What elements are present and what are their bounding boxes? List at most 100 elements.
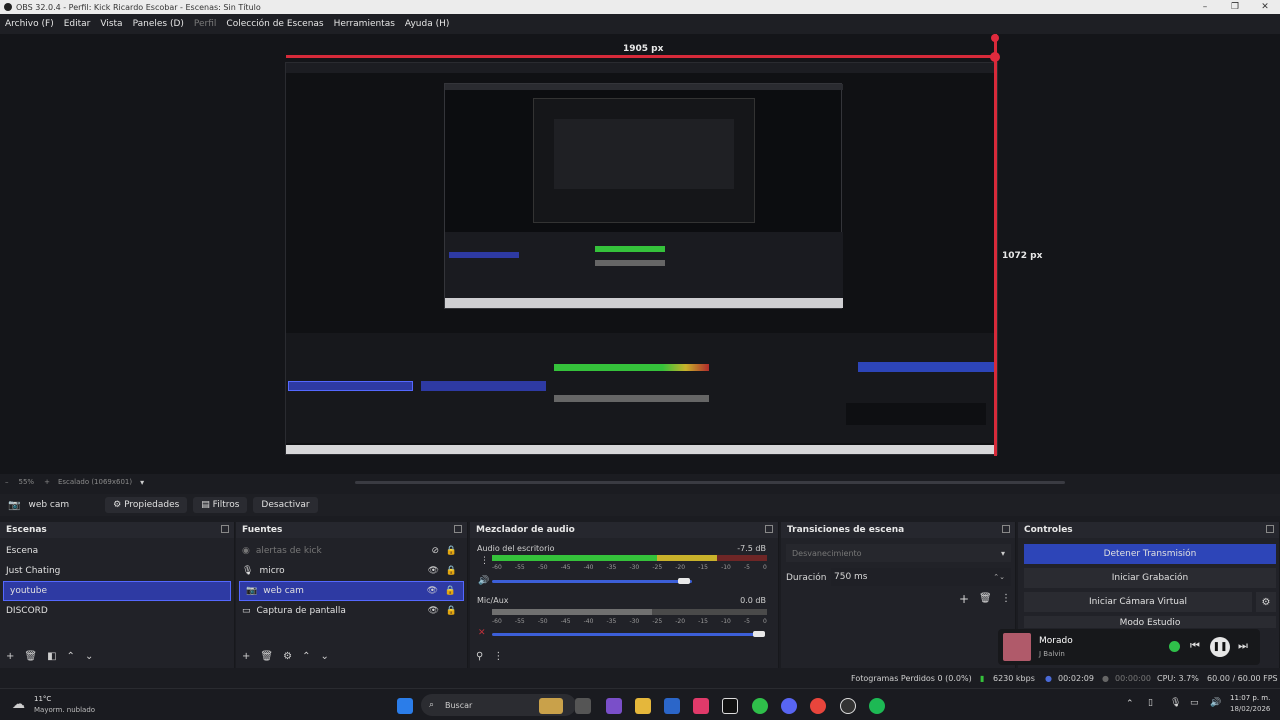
widgets-icon[interactable] — [606, 698, 622, 714]
virtual-camera-button[interactable]: Iniciar Cámara Virtual — [1024, 592, 1252, 612]
discord-icon[interactable] — [781, 698, 797, 714]
maximize-icon[interactable]: ❐ — [1220, 0, 1250, 14]
undock-icon[interactable] — [221, 525, 229, 533]
volume-knob[interactable] — [678, 578, 690, 584]
lock-icon[interactable]: 🔒 — [446, 546, 457, 556]
up-icon[interactable]: ⌃ — [302, 651, 310, 662]
guide-handle[interactable] — [990, 52, 1000, 62]
scene-item[interactable]: DISCORD — [0, 601, 234, 621]
filter-icon[interactable]: ◧ — [47, 651, 56, 662]
zoom-plus-icon[interactable]: + — [44, 478, 50, 486]
trash-icon[interactable]: 🗑 — [24, 651, 37, 662]
mixer-header: Mezclador de audio — [470, 522, 778, 538]
spinner-icon[interactable]: ⌃⌄ — [993, 573, 1005, 581]
search-highlight-icon[interactable] — [539, 698, 563, 714]
undock-icon[interactable] — [1002, 525, 1010, 533]
chevron-down-icon[interactable]: ▾ — [140, 478, 144, 487]
up-icon[interactable]: ⌃ — [67, 651, 75, 662]
stop-stream-button[interactable]: Detener Transmisión — [1024, 544, 1276, 564]
network-icon[interactable]: ▭ — [1190, 698, 1199, 708]
down-icon[interactable]: ⌄ — [85, 651, 93, 662]
tiktok-studio-icon[interactable] — [693, 698, 709, 714]
guide-handle-top[interactable] — [991, 34, 999, 42]
scaling-label[interactable]: Escalado (1069x601) — [58, 478, 132, 486]
phone-icon[interactable]: ▯ — [1148, 698, 1153, 708]
file-explorer-icon[interactable] — [635, 698, 651, 714]
eye-icon[interactable]: 👁 — [427, 586, 438, 596]
undock-icon[interactable] — [765, 525, 773, 533]
program-preview[interactable] — [285, 62, 998, 455]
volume-knob[interactable] — [753, 631, 765, 637]
menu-ayuda[interactable]: Ayuda (H) — [405, 19, 449, 29]
lock-icon[interactable]: 🔒 — [445, 586, 456, 596]
menu-archivo[interactable]: Archivo (F) — [5, 19, 54, 29]
menu-editar[interactable]: Editar — [64, 19, 91, 29]
source-item[interactable]: ◉ alertas de kick ⊘ 🔒 — [236, 541, 467, 561]
speaker-icon[interactable]: 🔊 — [478, 576, 489, 586]
kebab-menu-icon[interactable]: ⋮ — [1001, 593, 1011, 604]
kebab-menu-icon[interactable]: ⋮ — [493, 651, 503, 662]
link-icon[interactable]: ⚲ — [476, 651, 483, 662]
menu-paneles[interactable]: Paneles (D) — [133, 19, 184, 29]
next-icon[interactable]: ⏭ — [1238, 639, 1248, 653]
lock-icon[interactable]: 🔒 — [446, 606, 457, 616]
volume-slider[interactable] — [492, 633, 762, 636]
muted-speaker-icon[interactable]: ✕ — [478, 628, 486, 638]
store-icon[interactable] — [664, 698, 680, 714]
trash-icon[interactable]: 🗑 — [260, 651, 273, 662]
task-view-icon[interactable] — [575, 698, 591, 714]
whatsapp-icon[interactable] — [752, 698, 768, 714]
filters-button[interactable]: ▤ Filtros — [193, 497, 248, 513]
add-icon[interactable]: + — [6, 651, 14, 662]
menu-vista[interactable]: Vista — [100, 19, 122, 29]
tiktok-icon[interactable] — [722, 698, 738, 714]
eye-hidden-icon[interactable]: ⊘ — [431, 546, 439, 556]
source-item[interactable]: 🎙 micro 👁 🔒 — [236, 561, 467, 581]
weather-icon[interactable]: ☁ — [12, 697, 25, 712]
volume-tray-icon[interactable]: 🔊 — [1210, 698, 1221, 708]
lock-icon[interactable]: 🔒 — [446, 566, 457, 576]
tray-chevron-icon[interactable]: ⌃ — [1126, 699, 1134, 709]
properties-button[interactable]: ⚙ Propiedades — [105, 497, 188, 513]
previous-icon[interactable]: ⏮ — [1190, 639, 1200, 653]
preview-scrollbar[interactable] — [355, 481, 1065, 484]
add-icon[interactable]: + — [959, 592, 969, 606]
mic-tray-icon[interactable]: 🎙 — [1170, 698, 1181, 708]
undock-icon[interactable] — [454, 525, 462, 533]
scene-item[interactable]: Just Chating — [0, 561, 234, 581]
spotify-icon[interactable] — [869, 698, 885, 714]
transition-select[interactable]: Desvanecimiento ▾ — [786, 544, 1011, 562]
gear-icon[interactable]: ⚙ — [1256, 592, 1276, 612]
source-item[interactable]: ▭ Captura de pantalla 👁 🔒 — [236, 601, 467, 621]
duration-input[interactable]: 750 ms ⌃⌄ — [831, 568, 1011, 586]
add-icon[interactable]: + — [242, 651, 250, 662]
eye-icon[interactable]: 👁 — [428, 566, 439, 576]
clock-time[interactable]: 11:07 p. m. — [1230, 694, 1270, 702]
menu-perfil[interactable]: Perfil — [194, 19, 217, 29]
eye-icon[interactable]: 👁 — [428, 606, 439, 616]
undock-icon[interactable] — [1266, 525, 1274, 533]
deactivate-button[interactable]: Desactivar — [253, 497, 318, 513]
minimize-icon[interactable]: – — [1190, 0, 1220, 14]
volume-slider[interactable] — [492, 580, 692, 583]
scene-item-selected[interactable]: youtube — [3, 581, 231, 601]
zoom-percent[interactable]: 55% — [19, 478, 35, 486]
trash-icon[interactable]: 🗑 — [979, 593, 992, 604]
kebab-menu-icon[interactable]: ⋮ — [480, 556, 489, 566]
obs-icon[interactable] — [840, 698, 856, 714]
source-item-selected[interactable]: 📷 web cam 👁 🔒 — [239, 581, 464, 601]
clock-date[interactable]: 18/02/2026 — [1230, 705, 1270, 713]
windows-start-icon[interactable] — [397, 698, 413, 714]
start-recording-button[interactable]: Iniciar Grabación — [1024, 568, 1276, 588]
studio-mode-button[interactable]: Modo Estudio — [1024, 616, 1276, 628]
gear-icon[interactable]: ⚙ — [283, 651, 292, 662]
close-icon[interactable]: ✕ — [1250, 0, 1280, 14]
liked-check-icon[interactable] — [1169, 641, 1180, 652]
menu-coleccion[interactable]: Colección de Escenas — [226, 19, 323, 29]
pause-icon[interactable]: ❚❚ — [1210, 637, 1230, 657]
menu-herramientas[interactable]: Herramientas — [334, 19, 395, 29]
scene-item[interactable]: Escena — [0, 541, 234, 561]
width-label: 1905 px — [623, 44, 664, 54]
chrome-icon[interactable] — [810, 698, 826, 714]
down-icon[interactable]: ⌄ — [320, 651, 328, 662]
